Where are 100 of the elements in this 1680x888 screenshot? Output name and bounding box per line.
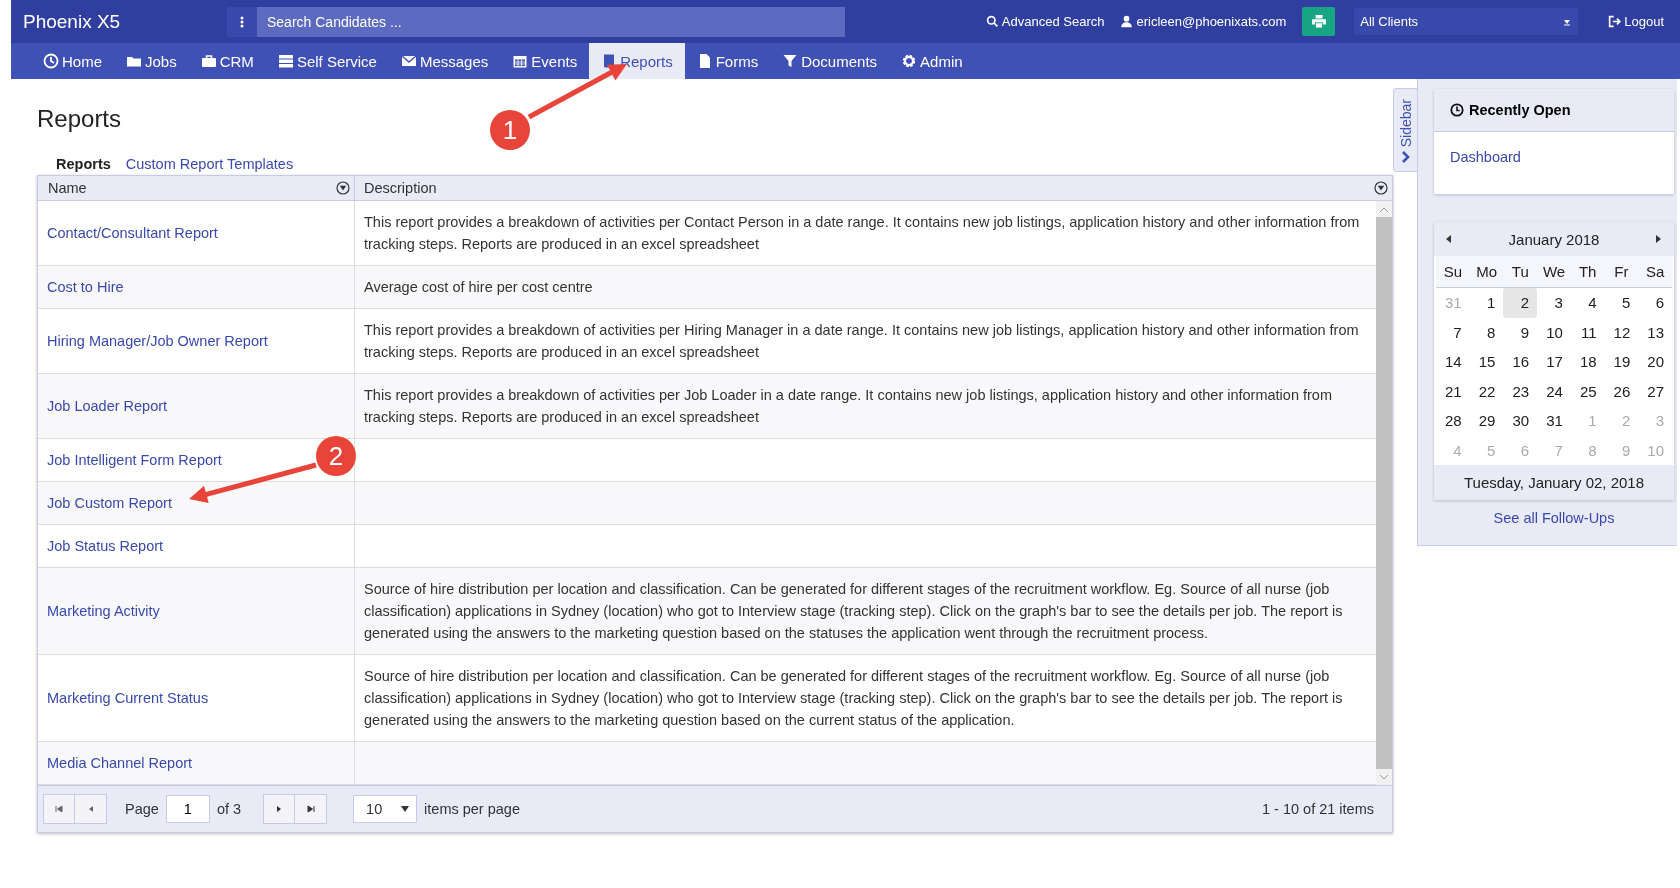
weekday-label: We [1537, 256, 1571, 288]
advanced-search-link[interactable]: Advanced Search [985, 14, 1105, 29]
calendar-day[interactable]: 8 [1469, 317, 1504, 347]
weekday-label: Mo [1469, 256, 1504, 288]
calendar-day[interactable]: 27 [1638, 376, 1672, 406]
page-count: of 3 [216, 801, 242, 817]
calendar-day[interactable]: 28 [1436, 406, 1470, 436]
calendar-day[interactable]: 15 [1469, 347, 1504, 377]
logout-link[interactable]: Logout [1608, 14, 1664, 29]
calendar-day[interactable]: 20 [1638, 347, 1672, 377]
report-description: Average cost of hire per cost centre [364, 279, 593, 295]
report-link[interactable]: Job Custom Report [47, 495, 172, 511]
page-label: Page [125, 801, 159, 817]
calendar-day[interactable]: 24 [1537, 376, 1571, 406]
follow-ups-link[interactable]: See all Follow-Ups [1493, 510, 1615, 526]
report-link[interactable]: Marketing Activity [47, 603, 160, 619]
calendar-day[interactable]: 17 [1537, 347, 1571, 377]
report-link[interactable]: Cost to Hire [47, 279, 124, 295]
calendar-day[interactable]: 10 [1537, 317, 1571, 347]
calendar-day[interactable]: 26 [1604, 376, 1639, 406]
calendar-day[interactable]: 23 [1503, 376, 1538, 406]
nav-tab[interactable]: Self Service [265, 43, 389, 79]
calendar-day[interactable]: 14 [1436, 347, 1470, 377]
clock-icon [43, 53, 59, 69]
calendar-day[interactable]: 31 [1537, 406, 1571, 436]
search-field[interactable]: Search Candidates ... [257, 6, 845, 37]
page-title: Reports [37, 105, 122, 134]
previous-page-button[interactable] [75, 794, 107, 824]
last-page-button[interactable] [295, 794, 328, 824]
page-input[interactable]: 1 [165, 795, 210, 823]
report-description: This report provides a breakdown of activities per Hiring Manager in a date range. It contains new job listings, application history and other information from tracking steps. Reports are produced in an excel spreadsheet [364, 322, 1359, 360]
nav-tab[interactable]: Reports [589, 43, 685, 79]
calendar-day[interactable]: 3 [1537, 288, 1571, 318]
first-page-button[interactable] [43, 794, 75, 824]
calendar-day[interactable]: 21 [1436, 376, 1470, 406]
clock-icon [1450, 103, 1464, 117]
sidebar-toggle[interactable]: Sidebar [1393, 88, 1417, 172]
caret-icon [401, 806, 410, 812]
weekday-label: Su [1436, 256, 1470, 288]
step-marker: 1 [490, 110, 530, 150]
nav-tab[interactable]: Forms [684, 43, 771, 79]
recent-item-link[interactable]: Dashboard [1450, 149, 1521, 165]
report-description: This report provides a breakdown of activities per Job Loader in a date range. It contains new job listings, application history and other information from tracking steps. Reports are produced in an excel spreadsheet [364, 387, 1332, 425]
scroll-down-icon[interactable] [1380, 774, 1388, 780]
calendar-day[interactable]: 4 [1570, 288, 1605, 318]
report-link[interactable]: Job Status Report [47, 538, 164, 554]
scroll-up-icon[interactable] [1380, 206, 1388, 212]
calendar-day[interactable]: 22 [1469, 376, 1504, 406]
nav-tab[interactable]: Documents [770, 43, 890, 79]
report-link[interactable]: Job Loader Report [47, 398, 168, 414]
next-month-icon[interactable] [1656, 235, 1662, 243]
printer-icon [1311, 15, 1326, 28]
calendar-day[interactable]: 13 [1638, 317, 1672, 347]
calendar-day[interactable]: 16 [1503, 347, 1538, 377]
nav-tab[interactable]: Jobs [114, 43, 189, 79]
calendar-day[interactable]: 30 [1503, 406, 1538, 436]
calendar-day[interactable]: 12 [1604, 317, 1639, 347]
calendar-day[interactable]: 1 [1469, 288, 1504, 318]
print-button[interactable] [1302, 7, 1336, 36]
calendar-day[interactable]: 25 [1570, 376, 1605, 406]
calendar-day[interactable]: 19 [1604, 347, 1639, 377]
calendar-day[interactable]: 11 [1570, 317, 1605, 347]
calendar-day[interactable]: 2 [1503, 288, 1538, 318]
report-link[interactable]: Media Channel Report [47, 755, 193, 771]
next-page-button[interactable] [263, 794, 296, 824]
user-link[interactable]: ericleen@phoenixats.com [1120, 14, 1287, 29]
nav-tab[interactable]: Messages [388, 43, 501, 79]
previous-month-icon[interactable] [1446, 235, 1452, 243]
nav-tab[interactable]: Events [500, 43, 590, 79]
scrollbar[interactable] [1376, 201, 1392, 785]
chevron-right-icon [1400, 151, 1411, 163]
sub-tab[interactable]: Reports [56, 156, 111, 172]
calendar-day[interactable]: 5 [1604, 288, 1639, 318]
server-icon [277, 53, 294, 69]
report-link[interactable]: Job Intelligent Form Report [47, 452, 222, 468]
filter-icon[interactable] [336, 181, 350, 195]
next-page-icon [276, 805, 283, 813]
nav-tab[interactable]: Home [31, 43, 114, 79]
nav-tab[interactable]: CRM [188, 43, 266, 79]
report-link[interactable]: Marketing Current Status [47, 690, 209, 706]
page-size-select[interactable]: 10 [353, 795, 418, 823]
filter-icon[interactable] [1374, 181, 1388, 195]
previous-page-icon [87, 805, 94, 813]
more-icon[interactable] [227, 6, 257, 37]
calendar-day[interactable]: 29 [1469, 406, 1504, 436]
column-header: Name [48, 180, 87, 196]
calendar-day[interactable]: 7 [1436, 317, 1470, 347]
calendar-icon [512, 53, 529, 69]
client-select[interactable]: All Clients [1354, 8, 1579, 35]
report-description: Source of hire distribution per location and classification. Can be generated for different stages of the recruitment workflow. Eg. Source of all nurse (job classification) applications in Sydney (location) who got to Interview stage (tracking step). Click on the graph's bar to see the details per job. The report is generated using the answers to the marketing question based on the current status of the application. [364, 668, 1343, 728]
calendar-day[interactable]: 6 [1638, 288, 1672, 318]
envelope-icon [400, 53, 417, 69]
nav-tab[interactable]: Admin [889, 43, 975, 79]
calendar-day[interactable]: 9 [1503, 317, 1538, 347]
page-size-label: items per page [424, 801, 521, 817]
sub-tab[interactable]: Custom Report Templates [125, 156, 294, 172]
report-link[interactable]: Contact/Consultant Report [47, 225, 218, 241]
calendar-day[interactable]: 18 [1570, 347, 1605, 377]
items-summary: 1 - 10 of 21 items [1261, 801, 1374, 817]
report-link[interactable]: Hiring Manager/Job Owner Report [47, 333, 268, 349]
